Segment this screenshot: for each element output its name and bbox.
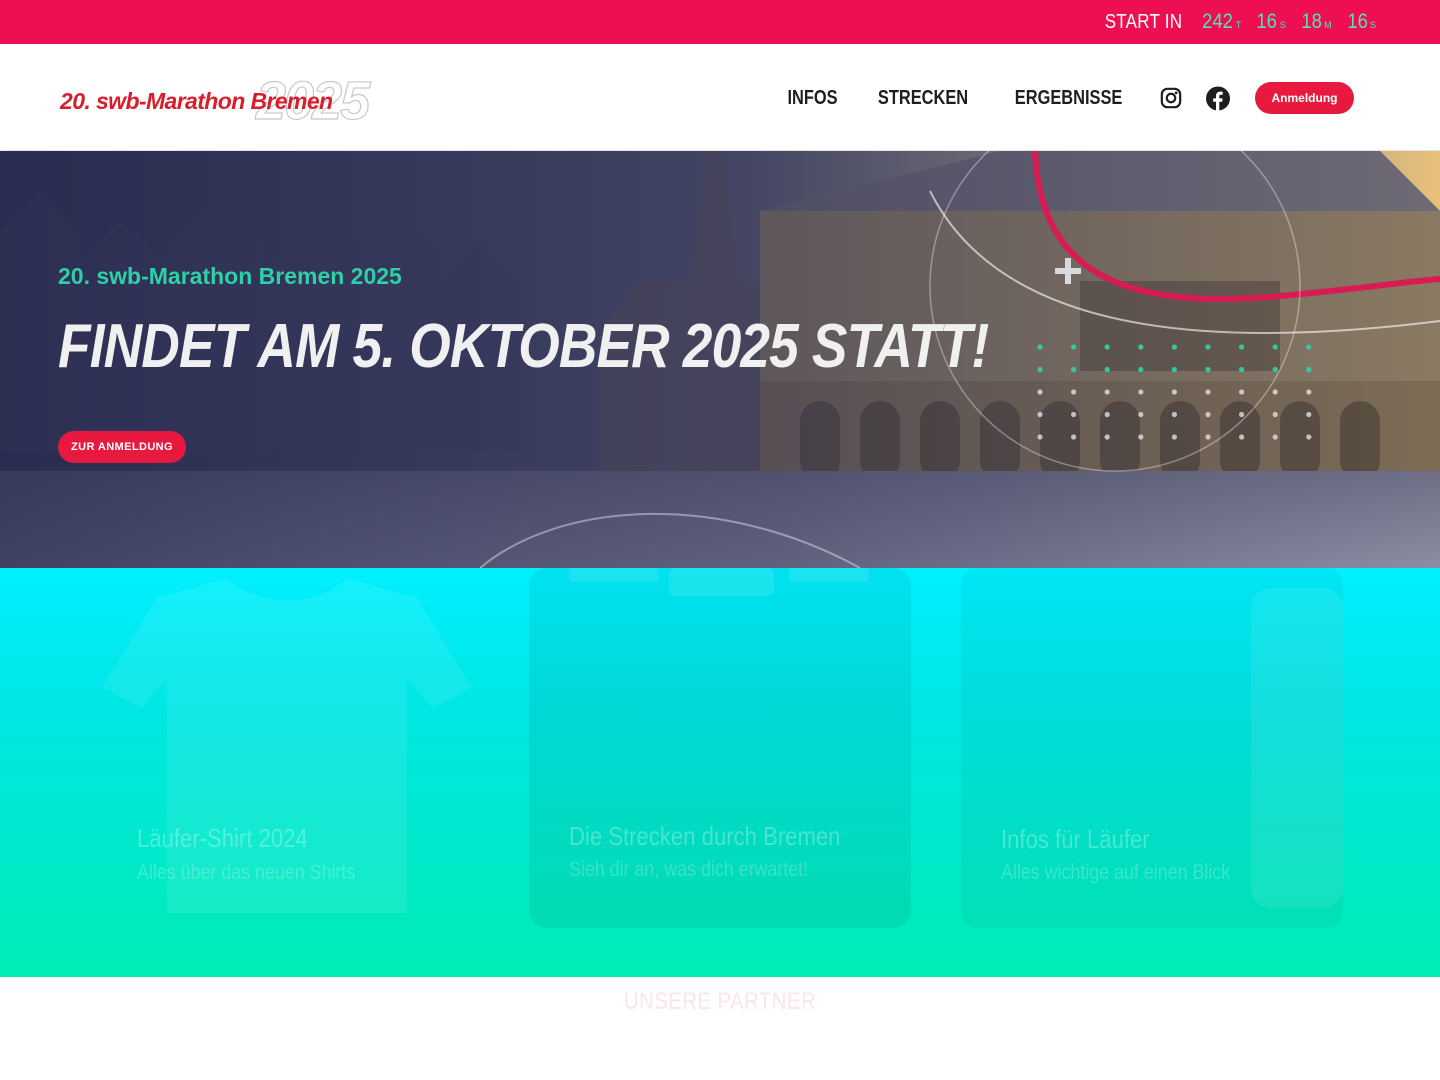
teaser-card-strecken[interactable]: Die Strecken durch Bremen Sieh dir an, w… <box>529 568 911 928</box>
decor-dot <box>1306 366 1312 373</box>
main-nav: INFOS STRECKEN ERGEBNISSE Anmeldung <box>782 82 1354 114</box>
decor-dot <box>1205 389 1211 395</box>
countdown: START IN 242 T 16 S 18 M 16 S <box>1091 10 1376 34</box>
decor-dot <box>1306 434 1312 440</box>
decor-dot <box>1037 389 1043 395</box>
decor-dot <box>1104 366 1110 373</box>
nav-item-strecken[interactable]: STRECKEN <box>878 87 968 110</box>
decor-dot <box>1071 366 1077 373</box>
countdown-label: START IN <box>1104 11 1182 33</box>
hero-subtitle: 20. swb-Marathon Bremen 2025 <box>58 263 402 289</box>
teaser-subtitle: Alles über das neuen Shirts <box>137 861 356 884</box>
site-logo[interactable]: 2025 20. swb-Marathon Bremen <box>60 70 380 131</box>
teaser-title: Infos für Läufer <box>1001 824 1150 854</box>
anmeldung-button[interactable]: Anmeldung <box>1255 82 1354 114</box>
partner-heading: UNSERE PARTNER <box>623 988 817 1015</box>
nav-item-ergebnisse[interactable]: ERGEBNISSE <box>1015 87 1123 110</box>
logo-name: 20. swb-Marathon Bremen <box>60 88 333 114</box>
decor-dot <box>1171 411 1177 418</box>
decor-dot <box>1138 344 1144 350</box>
decor-dot <box>1037 366 1043 373</box>
decor-dot <box>1037 434 1043 440</box>
nav-item-infos[interactable]: INFOS <box>787 87 837 110</box>
decor-dot <box>1239 389 1245 395</box>
decor-dot <box>1205 344 1211 350</box>
decor-dot <box>1306 411 1312 418</box>
facebook-icon[interactable] <box>1206 86 1230 110</box>
teaser-title: Die Strecken durch Bremen <box>569 821 841 851</box>
decor-dot <box>1272 389 1278 395</box>
decor-dot <box>1171 344 1177 350</box>
decor-dot <box>1239 411 1245 418</box>
teaser-subtitle: Alles wichtige auf einen Blick <box>1001 861 1231 884</box>
countdown-days: 242 T <box>1201 10 1242 33</box>
site-header: 2025 20. swb-Marathon Bremen INFOS STREC… <box>0 44 1440 151</box>
decor-dot <box>1306 389 1312 395</box>
decor-dot <box>1037 411 1043 418</box>
countdown-minutes: 18 M <box>1301 10 1332 33</box>
decor-dot <box>1171 389 1177 395</box>
zur-anmeldung-button[interactable]: ZUR ANMELDUNG <box>58 431 186 463</box>
decor-dot <box>1272 434 1278 440</box>
decor-dot <box>1306 344 1312 350</box>
decor-dot <box>1171 434 1177 440</box>
teaser-title: Läufer-Shirt 2024 <box>137 823 308 853</box>
decor-dot <box>1104 344 1110 350</box>
decor-dot <box>1239 434 1245 440</box>
teaser-subtitle: Sieh dir an, was dich erwartet! <box>569 858 809 881</box>
decor-dot <box>1071 411 1077 418</box>
teaser-section: Läufer-Shirt 2024 Alles über das neuen S… <box>0 568 1440 977</box>
hero-banner: 20. swb-Marathon Bremen 2025 FINDET AM 5… <box>0 151 1440 568</box>
decor-dot <box>1239 366 1245 373</box>
decor-dot <box>1071 389 1077 395</box>
hero-title: FINDET AM 5. OKTOBER 2025 STATT! <box>58 312 989 381</box>
decor-dot <box>1239 344 1245 350</box>
decor-dot <box>1138 411 1144 418</box>
instagram-icon[interactable] <box>1159 86 1183 110</box>
countdown-seconds: 16 S <box>1347 10 1376 33</box>
decor-dot <box>1037 344 1043 350</box>
decor-dot <box>1138 389 1144 395</box>
decor-dot <box>1205 366 1211 373</box>
decor-dot <box>1205 434 1211 440</box>
decor-dot <box>1071 344 1077 350</box>
decor-dot <box>1104 411 1110 418</box>
countdown-hours: 16 S <box>1256 10 1286 33</box>
teaser-card-shirt[interactable]: Läufer-Shirt 2024 Alles über das neuen S… <box>97 568 479 928</box>
decor-dot <box>1071 434 1077 440</box>
countdown-bar: START IN 242 T 16 S 18 M 16 S <box>0 0 1440 44</box>
decor-dot <box>1205 411 1211 418</box>
decor-dot <box>1104 389 1110 395</box>
decor-dot <box>1272 411 1278 418</box>
decor-dot <box>1272 366 1278 373</box>
teaser-card-infos[interactable]: Infos für Läufer Alles wichtige auf eine… <box>961 568 1343 928</box>
decor-dot <box>1171 366 1177 373</box>
decor-dot <box>1104 434 1110 440</box>
decor-dot <box>1138 434 1144 440</box>
decor-dot <box>1272 344 1278 350</box>
decor-dot <box>1138 366 1144 373</box>
